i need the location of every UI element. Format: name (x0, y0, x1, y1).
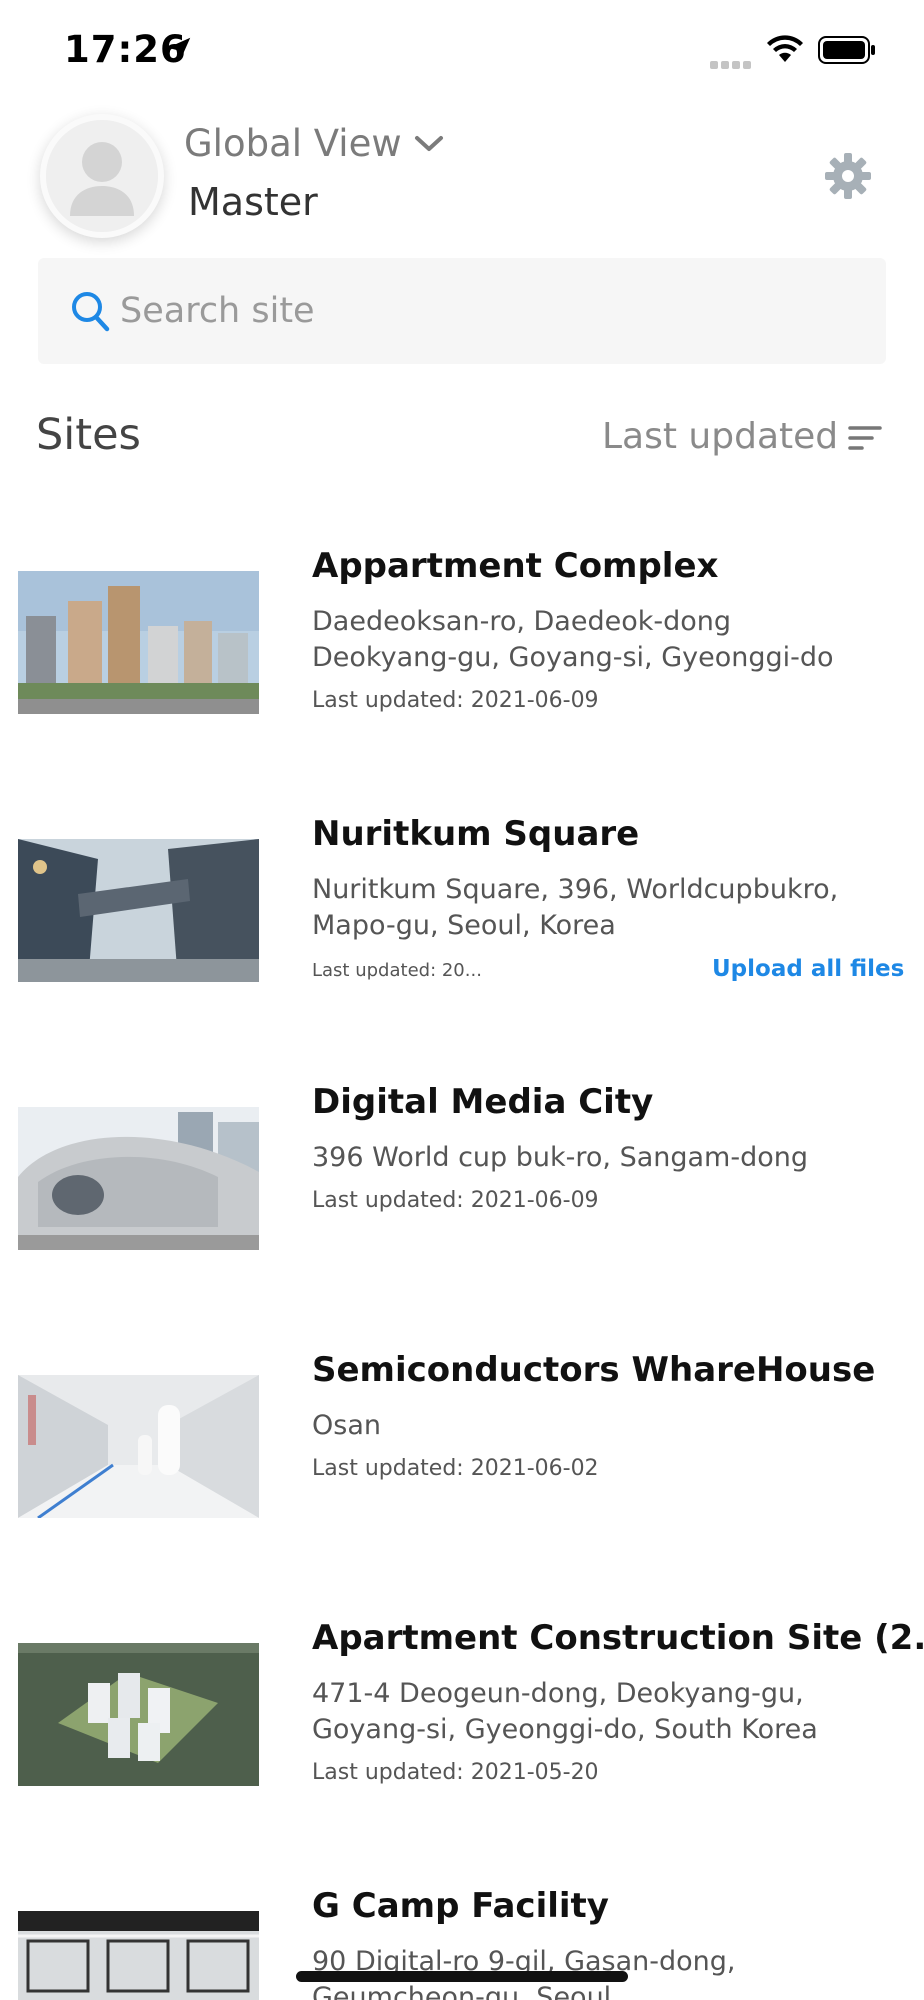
cellular-signal-icon (710, 54, 754, 69)
site-name: Apartment Construction Site (2... (312, 1618, 924, 1658)
apartment-complex-image (18, 571, 259, 714)
status-bar: 17:26 (0, 0, 924, 100)
search-input[interactable] (120, 280, 860, 342)
site-updated: Last updated: 2021-05-20 (312, 1760, 599, 1785)
g-camp-facility-image (18, 1911, 259, 2000)
site-thumbnail (18, 839, 259, 982)
view-selector[interactable]: Global View (184, 122, 444, 165)
site-list-item[interactable]: Nuritkum Square Nuritkum Square, 396, Wo… (0, 804, 924, 1072)
site-address: 471-4 Deogeun-dong, Deokyang-gu, Goyang-… (312, 1678, 818, 1745)
site-updated: Last updated: 20... (312, 960, 482, 981)
site-address: Osan (312, 1410, 381, 1441)
site-thumbnail (18, 1375, 259, 1518)
site-address: 396 World cup buk-ro, Sangam-dong (312, 1142, 809, 1173)
user-placeholder-icon (46, 120, 158, 232)
site-name: Semiconductors WhareHouse (312, 1350, 876, 1390)
site-list-item[interactable]: Semiconductors WhareHouse Osan Last upda… (0, 1340, 924, 1608)
site-address: Nuritkum Square, 396, Worldcupbukro, Map… (312, 874, 839, 941)
site-updated: Last updated: 2021-06-02 (312, 1456, 599, 1481)
view-label: Global View (184, 122, 402, 165)
chevron-down-icon (414, 135, 443, 151)
semiconductor-cleanroom-image (18, 1375, 259, 1518)
section-title: Sites (36, 410, 141, 460)
wifi-icon (767, 35, 803, 62)
site-name: Nuritkum Square (312, 814, 640, 854)
site-list-item[interactable]: Apartment Construction Site (2... 471-4 … (0, 1608, 924, 1876)
site-name: G Camp Facility (312, 1886, 609, 1926)
apartment-construction-image (18, 1643, 259, 1786)
user-name: Master (188, 180, 318, 224)
digital-media-city-image (18, 1107, 259, 1250)
home-indicator (296, 1971, 628, 1982)
site-list-item[interactable]: Digital Media City 396 World cup buk-ro,… (0, 1072, 924, 1340)
site-thumbnail (18, 1911, 259, 2000)
sort-icon[interactable] (848, 424, 882, 452)
battery-icon (818, 36, 875, 64)
sort-button[interactable]: Last updated (602, 416, 838, 457)
avatar[interactable] (40, 114, 164, 238)
search-bar[interactable] (38, 258, 886, 364)
gear-icon[interactable] (824, 152, 872, 200)
upload-all-files-link[interactable]: Upload all files (712, 956, 904, 982)
site-name: Appartment Complex (312, 546, 719, 586)
nuritkum-square-image (18, 839, 259, 982)
site-name: Digital Media City (312, 1082, 654, 1122)
site-thumbnail (18, 1107, 259, 1250)
location-arrow-icon (167, 37, 191, 61)
site-address: Daedeoksan-ro, Daedeok-dong Deokyang-gu,… (312, 606, 834, 673)
site-list-item[interactable]: Appartment Complex Daedeoksan-ro, Daedeo… (0, 536, 924, 804)
search-icon (72, 292, 110, 332)
site-thumbnail (18, 571, 259, 714)
site-updated: Last updated: 2021-06-09 (312, 688, 599, 713)
site-updated: Last updated: 2021-06-09 (312, 1188, 599, 1213)
site-thumbnail (18, 1643, 259, 1786)
